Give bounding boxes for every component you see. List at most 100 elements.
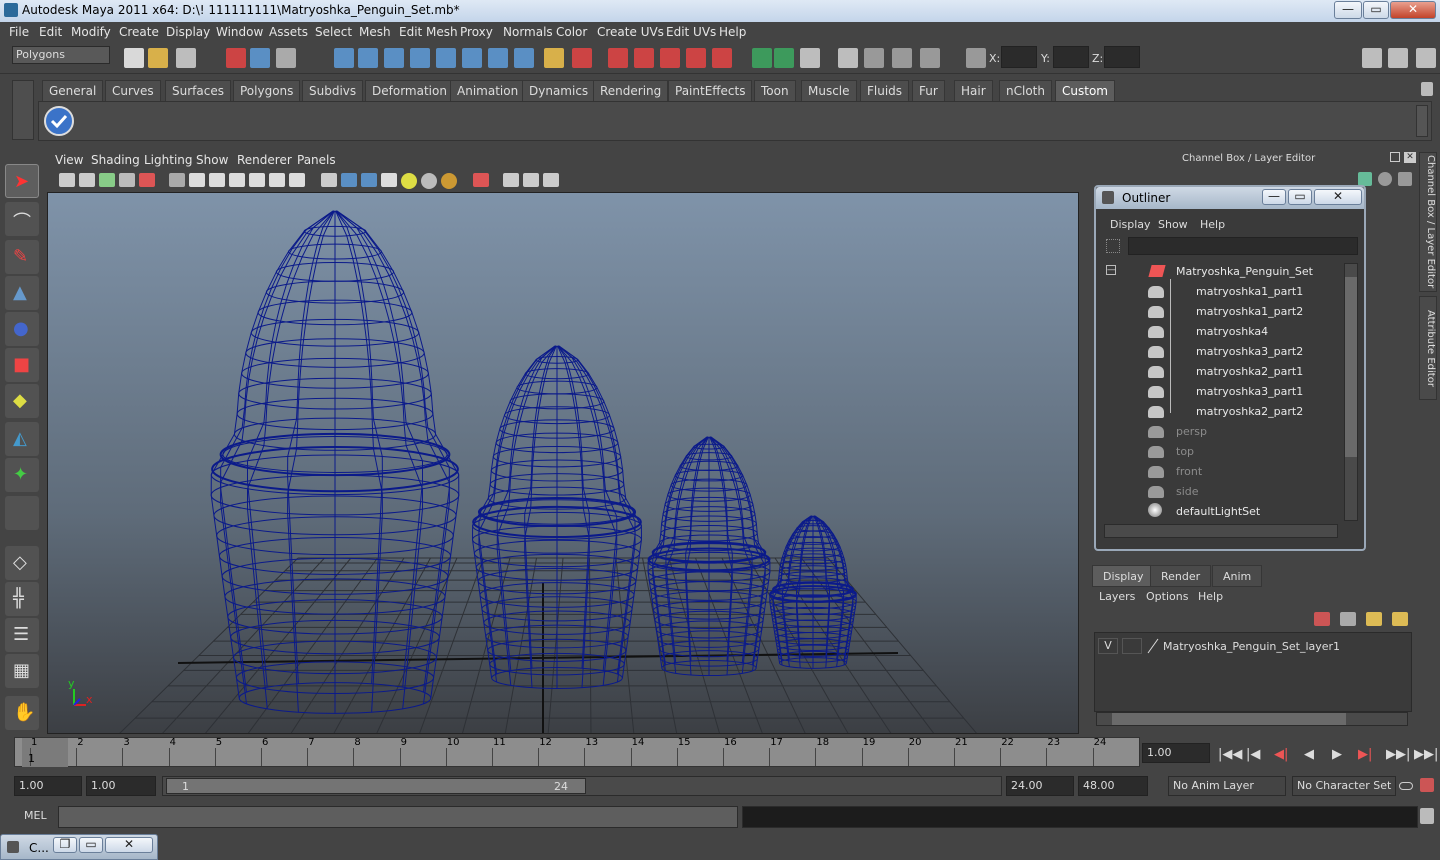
auto-key-icon[interactable] — [1420, 778, 1434, 792]
matryoshka-medium-wireframe[interactable] — [471, 345, 643, 689]
menu-normals[interactable]: Normals — [503, 25, 553, 39]
layer-color-swatch[interactable] — [1146, 638, 1160, 654]
outliner-item-matryoshka3-part2[interactable]: matryoshka3_part2 — [1196, 345, 1303, 358]
snap-point-icon[interactable] — [384, 48, 404, 68]
rotate-channel-icon[interactable] — [1378, 172, 1392, 186]
safe-action-icon[interactable] — [269, 173, 285, 187]
step-forward-key-button[interactable]: ▶▶| — [1386, 747, 1410, 762]
shadows-icon[interactable] — [441, 173, 457, 189]
anim-start-field[interactable]: 1.00 — [14, 776, 82, 796]
z-field[interactable] — [1104, 46, 1140, 68]
menu-create[interactable]: Create — [119, 25, 159, 39]
x-ray-icon[interactable] — [503, 173, 519, 187]
grid-toggle-icon[interactable] — [169, 173, 185, 187]
camera-attributes-icon[interactable] — [79, 173, 95, 187]
tab-fluids[interactable]: Fluids — [860, 80, 910, 101]
magnet-icon[interactable] — [608, 48, 628, 68]
snap-point-magnet-icon[interactable] — [686, 48, 706, 68]
persp-outliner-layout-icon[interactable]: ☰ — [5, 618, 39, 652]
display-render-icon[interactable] — [838, 48, 858, 68]
tab-custom[interactable]: Custom — [1055, 80, 1115, 101]
menu-edit-mesh[interactable]: Edit Mesh — [399, 25, 458, 39]
outliner-item-matryoshka3-part1[interactable]: matryoshka3_part1 — [1196, 385, 1303, 398]
current-frame-field[interactable]: 1.00 — [1142, 743, 1210, 763]
outliner-item-top[interactable]: top — [1176, 445, 1194, 458]
outliner-maximize-button[interactable]: ▭ — [1288, 189, 1312, 205]
scale-tool-icon[interactable]: ■ — [5, 348, 39, 382]
outliner-vscroll-thumb[interactable] — [1345, 277, 1357, 457]
step-back-key-button[interactable]: |◀ — [1246, 747, 1260, 762]
anim-layer-dropdown[interactable]: No Anim Layer — [1168, 776, 1286, 796]
script-editor-icon[interactable] — [1420, 808, 1434, 824]
outliner-item-matryoshka4[interactable]: matryoshka4 — [1196, 325, 1268, 338]
tab-polygons[interactable]: Polygons — [233, 80, 301, 101]
move-layer-down-icon[interactable] — [1340, 612, 1356, 626]
camera-select-icon[interactable] — [59, 173, 75, 187]
outliner-item-matryoshka2-part1[interactable]: matryoshka2_part1 — [1196, 365, 1303, 378]
make-live-icon[interactable] — [436, 48, 456, 68]
outliner-menu-show[interactable]: Show — [1158, 218, 1188, 231]
anim-end-field[interactable]: 48.00 — [1078, 776, 1148, 796]
close-panel-icon[interactable]: ✕ — [1404, 152, 1416, 163]
matryoshka-tiny-wireframe[interactable] — [769, 515, 857, 669]
menu-assets[interactable]: Assets — [269, 25, 308, 39]
time-slider[interactable] — [14, 737, 1140, 767]
gate-mask-icon[interactable] — [229, 173, 245, 187]
pick-channel-icon[interactable] — [1398, 172, 1412, 186]
outliner-item-matryoshka2-part2[interactable]: matryoshka2_part2 — [1196, 405, 1303, 418]
image-plane-icon[interactable] — [119, 173, 135, 187]
outliner-minimize-button[interactable]: — — [1262, 189, 1286, 205]
viewport-menu-renderer[interactable]: Renderer — [237, 153, 292, 167]
tab-general[interactable]: General — [42, 80, 104, 101]
outliner-item-default-light-set[interactable]: defaultLightSet — [1176, 505, 1260, 518]
tab-dynamics[interactable]: Dynamics — [522, 80, 596, 101]
toggle-tool-settings-icon[interactable] — [1416, 48, 1436, 68]
hypershade-icon[interactable] — [864, 48, 884, 68]
viewport-menu-view[interactable]: View — [55, 153, 83, 167]
move-channel-icon[interactable] — [1358, 172, 1372, 186]
step-back-frame-button[interactable]: ◀| — [1274, 747, 1288, 762]
outliner-menu-display[interactable]: Display — [1110, 218, 1151, 231]
snap-curve-icon[interactable] — [358, 48, 378, 68]
perspective-viewport[interactable]: y x — [47, 192, 1079, 734]
render-settings-icon[interactable] — [800, 48, 820, 68]
play-forwards-button[interactable]: ▶ — [1332, 747, 1342, 762]
menu-color[interactable]: Color — [556, 25, 587, 39]
outliner-item-matryoshka1-part1[interactable]: matryoshka1_part1 — [1196, 285, 1303, 298]
soft-mod-tool-icon[interactable]: ◭ — [5, 422, 39, 456]
viewport-menu-lighting[interactable]: Lighting — [144, 153, 193, 167]
bookmarks-icon[interactable] — [99, 173, 115, 187]
wireframe-on-shaded-icon[interactable] — [361, 173, 377, 187]
snap-magnet-icon[interactable] — [634, 48, 654, 68]
menu-window[interactable]: Window — [216, 25, 263, 39]
move-layer-up-icon[interactable] — [1314, 612, 1330, 626]
menu-display[interactable]: Display — [166, 25, 210, 39]
shelf-menu-icon[interactable] — [12, 80, 34, 140]
new-layer-from-selected-icon[interactable] — [1392, 612, 1408, 626]
ipr-render-icon[interactable] — [774, 48, 794, 68]
outliner-item-side[interactable]: side — [1176, 485, 1199, 498]
collapse-set-toggle[interactable]: — — [1106, 265, 1116, 275]
field-chart-icon[interactable] — [249, 173, 265, 187]
menu-modify[interactable]: Modify — [71, 25, 111, 39]
rotate-tool-icon[interactable]: ● — [5, 312, 39, 346]
tab-subdivs[interactable]: Subdivs — [302, 80, 364, 101]
tab-channel-box[interactable]: Channel Box / Layer Editor — [1419, 152, 1437, 292]
outliner-filter-icon[interactable] — [1106, 239, 1120, 253]
outliner-hscrollbar[interactable] — [1104, 524, 1338, 538]
toggle-channel-box-icon[interactable] — [1362, 48, 1382, 68]
menu-proxy[interactable]: Proxy — [460, 25, 493, 39]
backface-culling-icon[interactable] — [543, 173, 559, 187]
matryoshka-large-wireframe[interactable] — [210, 210, 460, 714]
two-d-pan-zoom-icon[interactable] — [139, 173, 155, 187]
help-query-icon[interactable] — [514, 48, 534, 68]
last-tool-icon[interactable] — [5, 496, 39, 530]
outliner-item-set[interactable]: Matryoshka_Penguin_Set — [1176, 265, 1313, 278]
layer-menu-layers[interactable]: Layers — [1099, 590, 1135, 603]
tab-layer-render[interactable]: Render — [1150, 565, 1212, 587]
render-current-icon[interactable] — [752, 48, 772, 68]
history-icon[interactable] — [488, 48, 508, 68]
minimized-window[interactable]: C... ❐ ▭ ✕ — [0, 834, 158, 860]
snap-view-plane-icon[interactable] — [410, 48, 430, 68]
menu-create-uvs[interactable]: Create UVs — [597, 25, 664, 39]
